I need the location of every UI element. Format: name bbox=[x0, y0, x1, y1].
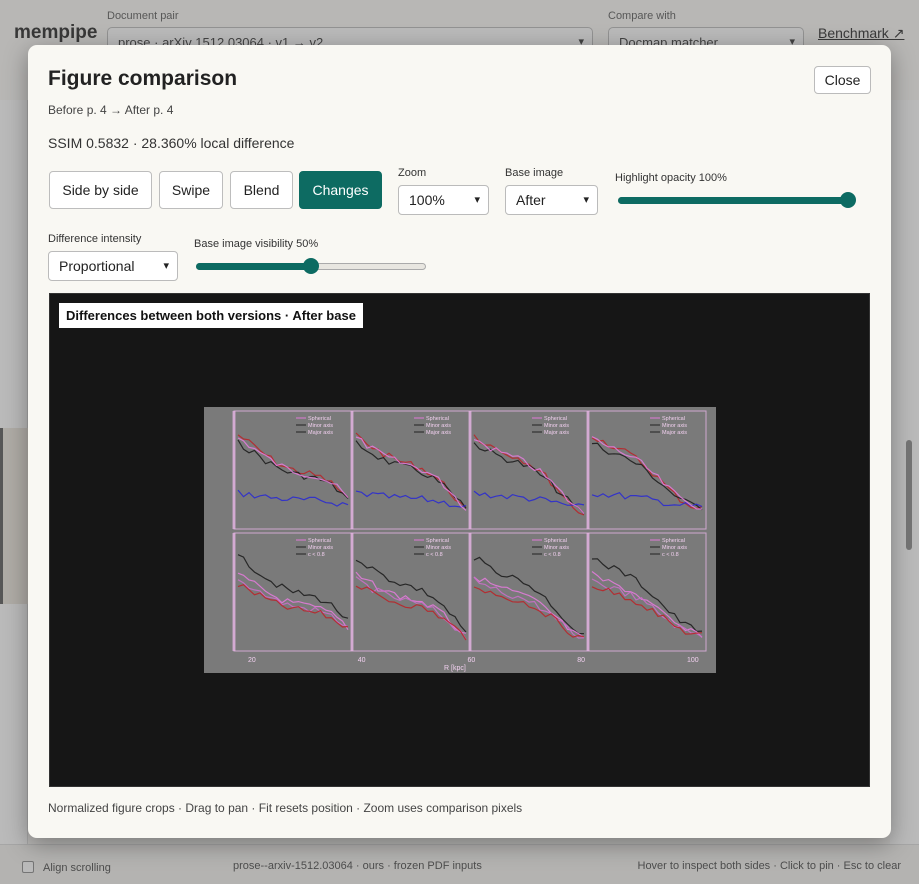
highlight-opacity-slider[interactable] bbox=[618, 192, 856, 208]
mode-changes-button[interactable]: Changes bbox=[299, 171, 382, 209]
slider-fill bbox=[196, 263, 311, 270]
ssim-summary: SSIM 0.5832 · 28.360% local difference bbox=[48, 135, 295, 151]
close-button[interactable]: Close bbox=[814, 66, 871, 94]
legend-label: Spherical bbox=[662, 538, 685, 544]
legend-label: Minor axis bbox=[426, 423, 451, 429]
legend-label: Minor axis bbox=[308, 423, 333, 429]
base-visibility-label: Base image visibility 50% bbox=[194, 238, 319, 250]
comparison-viewer[interactable]: Differences between both versions · Afte… bbox=[49, 293, 870, 787]
difference-intensity-label: Difference intensity bbox=[48, 233, 142, 245]
mode-swipe-button[interactable]: Swipe bbox=[159, 171, 223, 209]
slider-fill bbox=[618, 197, 848, 204]
zoom-select[interactable]: 100% ▾ bbox=[398, 185, 489, 215]
legend-label: c < 0.8 bbox=[308, 552, 325, 558]
figure-comparison-dialog: Figure comparison Close Before p. 4 → Af… bbox=[28, 45, 891, 838]
highlight-opacity-label: Highlight opacity 100% bbox=[615, 172, 727, 184]
legend-label: Minor axis bbox=[426, 545, 451, 551]
viewer-caption: Differences between both versions · Afte… bbox=[59, 303, 363, 328]
legend-label: Major axis bbox=[426, 430, 451, 436]
legend-label: Spherical bbox=[662, 416, 685, 422]
legend-label: Minor axis bbox=[544, 545, 569, 551]
x-tick-label: 20 bbox=[248, 657, 256, 664]
difference-figure: SphericalMinor axisMajor axisSphericalMi… bbox=[204, 407, 716, 673]
chevron-down-icon: ▾ bbox=[163, 260, 169, 272]
zoom-value: 100% bbox=[409, 192, 445, 208]
legend-label: Spherical bbox=[544, 538, 567, 544]
legend-label: Minor axis bbox=[544, 423, 569, 429]
base-visibility-slider[interactable] bbox=[196, 258, 426, 274]
x-tick-label: 40 bbox=[358, 657, 366, 664]
legend-label: Spherical bbox=[426, 416, 449, 422]
legend-label: Spherical bbox=[308, 416, 331, 422]
chevron-down-icon: ▾ bbox=[474, 194, 480, 206]
mode-side-by-side-button[interactable]: Side by side bbox=[49, 171, 152, 209]
legend-label: Minor axis bbox=[662, 423, 687, 429]
legend-label: Major axis bbox=[662, 430, 687, 436]
legend-label: Minor axis bbox=[662, 545, 687, 551]
mode-blend-button[interactable]: Blend bbox=[230, 171, 293, 209]
slider-thumb[interactable] bbox=[840, 192, 856, 208]
base-image-label: Base image bbox=[505, 167, 564, 179]
legend-label: c < 0.8 bbox=[426, 552, 443, 558]
base-image-value: After bbox=[516, 192, 546, 208]
x-axis-label: R [kpc] bbox=[444, 665, 466, 672]
legend-label: Minor axis bbox=[308, 545, 333, 551]
legend-label: Major axis bbox=[544, 430, 569, 436]
difference-intensity-select[interactable]: Proportional ▾ bbox=[48, 251, 178, 281]
x-tick-label: 100 bbox=[687, 657, 699, 664]
legend-label: c < 0.8 bbox=[544, 552, 561, 558]
zoom-label: Zoom bbox=[398, 167, 427, 179]
legend-label: Spherical bbox=[544, 416, 567, 422]
legend-label: c < 0.8 bbox=[662, 552, 679, 558]
legend-label: Major axis bbox=[308, 430, 333, 436]
x-tick-label: 80 bbox=[577, 657, 585, 664]
base-image-select[interactable]: After ▾ bbox=[505, 185, 598, 215]
x-tick-label: 60 bbox=[467, 657, 475, 664]
slider-thumb[interactable] bbox=[303, 258, 319, 274]
dialog-title: Figure comparison bbox=[48, 67, 238, 90]
difference-intensity-value: Proportional bbox=[59, 258, 135, 274]
dialog-footer-note: Normalized figure crops · Drag to pan · … bbox=[48, 801, 523, 815]
page-mapping: Before p. 4 → After p. 4 bbox=[48, 103, 174, 117]
legend-label: Spherical bbox=[426, 538, 449, 544]
chevron-down-icon: ▾ bbox=[583, 194, 589, 206]
legend-label: Spherical bbox=[308, 538, 331, 544]
